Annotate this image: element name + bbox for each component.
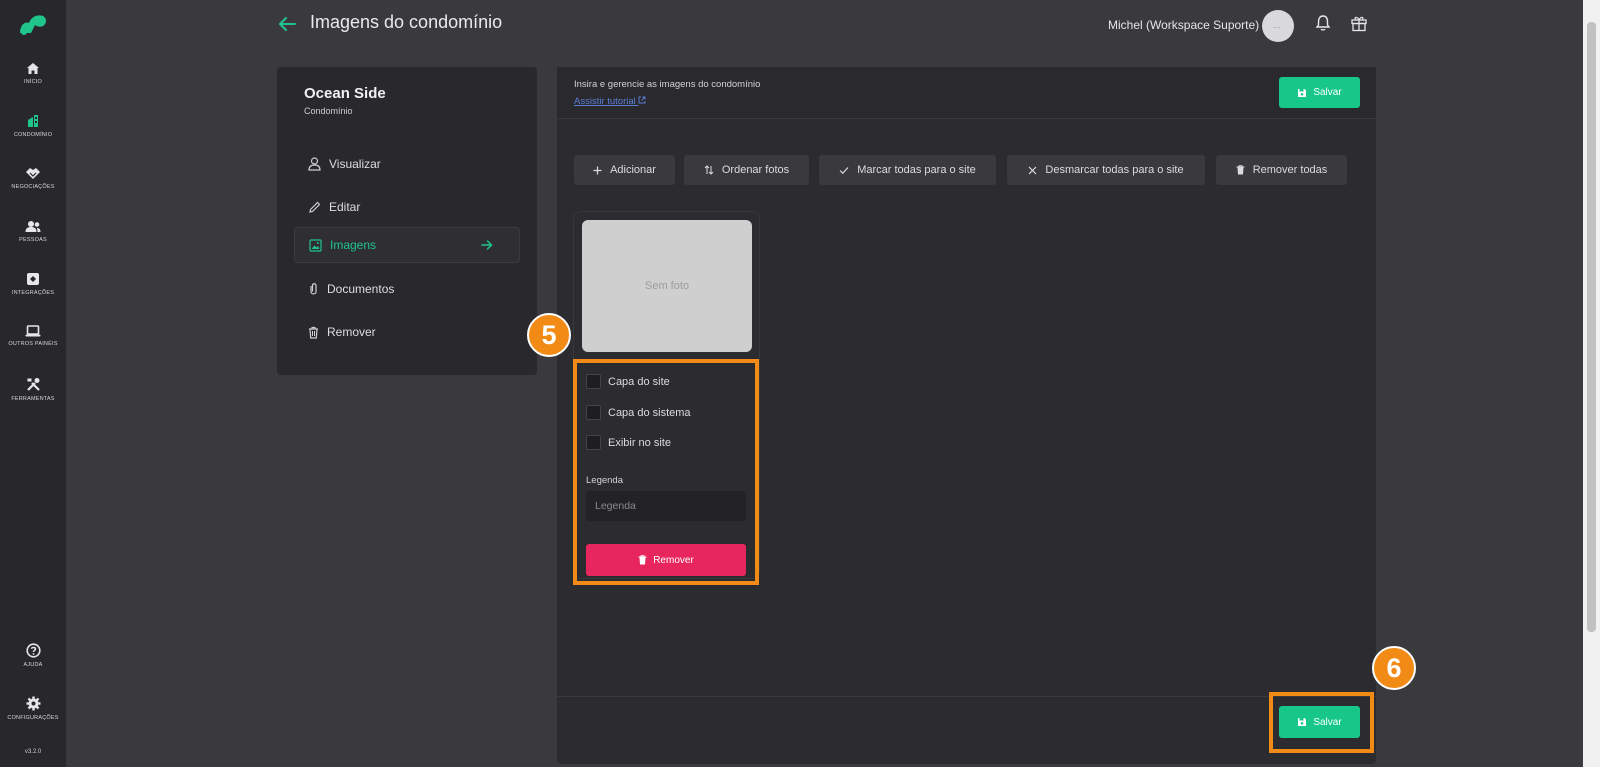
pencil-icon	[309, 201, 321, 213]
condominio-side-panel: Ocean Side Condomínio Visualizar Editar …	[277, 67, 537, 375]
paperclip-icon	[310, 283, 317, 295]
nav-label: NEGOCIAÇÕES	[11, 184, 55, 190]
menu-item-label: Visualizar	[329, 157, 381, 171]
tutorial-link-label: Assistir tutorial	[574, 96, 636, 107]
building-icon	[28, 115, 38, 127]
nav-label: AJUDA	[23, 662, 43, 668]
nav-item-configuracoes[interactable]: CONFIGURAÇÕES	[0, 696, 66, 721]
handshake-icon	[26, 168, 40, 179]
menu-item-label: Remover	[327, 325, 376, 339]
nav-label: FERRAMENTAS	[11, 396, 55, 402]
no-photo-text: Sem foto	[644, 280, 690, 292]
avatar[interactable]: ···	[1262, 10, 1294, 42]
tools-icon	[26, 378, 40, 391]
external-link-icon	[638, 96, 646, 104]
plus-icon	[593, 166, 602, 174]
nav-item-negociacoes[interactable]: NEGOCIAÇÕES	[0, 167, 66, 190]
panel-description: Insira e gerencie as imagens do condomín…	[574, 79, 761, 90]
scrollbar-thumb[interactable]	[1587, 22, 1596, 632]
menu-item-visualizar[interactable]: Visualizar	[294, 146, 520, 182]
order-photos-label: Ordenar fotos	[721, 164, 790, 176]
left-rail: INÍCIO CONDOMÍNIO NEGOCIAÇÕES PESSOAS IN…	[0, 0, 66, 767]
nav-label: CONDOMÍNIO	[13, 132, 53, 138]
footer-divider	[557, 696, 1376, 697]
gift-icon[interactable]	[1350, 14, 1368, 32]
menu-item-editar[interactable]: Editar	[294, 189, 520, 225]
app-version: v3.2.0	[24, 749, 42, 755]
gear-icon	[26, 696, 40, 711]
order-photos-button[interactable]: Ordenar fotos	[684, 155, 809, 185]
condominio-name: Ocean Side	[304, 85, 386, 102]
highlight-save-button	[1269, 692, 1374, 753]
add-photo-label: Adicionar	[610, 164, 656, 176]
nav-label: PESSOAS	[19, 237, 47, 243]
trash-icon	[1236, 165, 1245, 175]
menu-item-imagens[interactable]: Imagens	[294, 227, 520, 263]
nav-item-ajuda[interactable]: AJUDA	[0, 643, 66, 668]
integration-icon	[27, 273, 39, 285]
remove-all-button[interactable]: Remover todas	[1216, 155, 1347, 185]
nav-label: OUTROS PAINÉIS	[8, 341, 58, 347]
back-arrow-icon[interactable]	[277, 14, 297, 34]
nav-item-integracoes[interactable]: INTEGRAÇÕES	[0, 272, 66, 296]
save-button-label: Salvar	[1313, 87, 1342, 98]
add-photo-button[interactable]: Adicionar	[574, 155, 675, 185]
nav-item-condominio[interactable]: CONDOMÍNIO	[0, 114, 66, 138]
home-icon	[27, 63, 39, 74]
callout-number-6: 6	[1372, 646, 1416, 690]
image-icon	[309, 238, 322, 252]
nav-item-ferramentas[interactable]: FERRAMENTAS	[0, 377, 66, 402]
floppy-disk-icon	[1298, 88, 1307, 97]
menu-item-documentos[interactable]: Documentos	[294, 271, 520, 307]
arrow-right-icon	[481, 240, 493, 250]
trash-icon	[309, 326, 318, 339]
bell-icon[interactable]	[1314, 14, 1332, 32]
mark-all-button[interactable]: Marcar todas para o site	[819, 155, 996, 185]
mark-all-label: Marcar todas para o site	[857, 164, 976, 176]
user-name[interactable]: Michel (Workspace Suporte)	[1108, 18, 1259, 32]
nav-item-outros-paineis[interactable]: OUTROS PAINÉIS	[0, 325, 66, 347]
tutorial-link[interactable]: Assistir tutorial	[574, 96, 646, 107]
sort-icon	[704, 165, 714, 175]
nav-label: INÍCIO	[23, 79, 42, 85]
menu-item-remover[interactable]: Remover	[294, 314, 520, 350]
nav-label: INTEGRAÇÕES	[11, 290, 55, 296]
menu-item-label: Imagens	[330, 238, 377, 252]
page-title: Imagens do condomínio	[310, 12, 503, 32]
menu-item-label: Documentos	[327, 282, 395, 296]
main-panel-header: Insira e gerencie as imagens do condomín…	[557, 67, 1376, 119]
brand-logo-icon[interactable]	[17, 11, 49, 37]
check-icon	[839, 166, 849, 174]
laptop-icon	[25, 325, 41, 337]
unmark-all-label: Desmarcar todas para o site	[1045, 164, 1184, 176]
unmark-all-button[interactable]: Desmarcar todas para o site	[1007, 155, 1205, 185]
nav-item-pessoas[interactable]: PESSOAS	[0, 220, 66, 243]
photo-placeholder: Sem foto	[582, 220, 752, 352]
highlight-card-options	[573, 359, 759, 585]
people-icon	[25, 221, 41, 232]
user-icon	[308, 157, 321, 171]
help-icon	[25, 643, 41, 658]
condominio-type: Condomínio	[304, 106, 353, 116]
nav-item-inicio[interactable]: INÍCIO	[0, 62, 66, 85]
close-icon	[1028, 166, 1037, 174]
remove-all-label: Remover todas	[1252, 164, 1328, 176]
menu-item-label: Editar	[329, 200, 361, 214]
save-button-top[interactable]: Salvar	[1279, 77, 1360, 108]
callout-number-5: 5	[527, 313, 571, 357]
nav-label: CONFIGURAÇÕES	[7, 715, 59, 721]
